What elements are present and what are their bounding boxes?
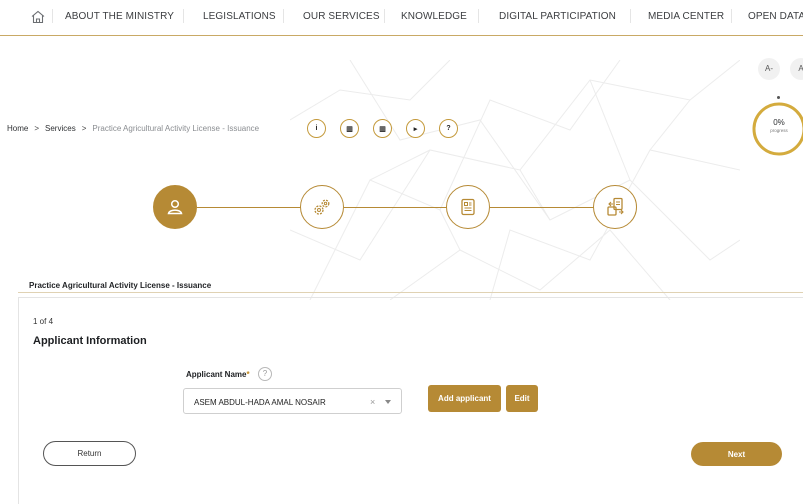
applicant-name-select[interactable]: ASEM ABDUL-HADA AMAL NOSAIR × bbox=[183, 388, 402, 414]
edit-button[interactable]: Edit bbox=[506, 385, 538, 412]
print-icon: ▥ bbox=[379, 125, 386, 133]
background-pattern bbox=[290, 60, 740, 300]
gears-icon bbox=[314, 199, 330, 215]
breadcrumb-current: Practice Agricultural Activity License -… bbox=[92, 124, 260, 133]
form-card bbox=[18, 297, 803, 504]
stepper-connector bbox=[197, 207, 301, 208]
step-review-submit[interactable] bbox=[593, 185, 637, 229]
required-mark: * bbox=[246, 370, 250, 379]
add-applicant-button[interactable]: Add applicant bbox=[428, 385, 501, 412]
nav-divider bbox=[630, 9, 631, 23]
progress-label: progress bbox=[770, 128, 788, 133]
nav-divider bbox=[731, 9, 732, 23]
nav-about-ministry[interactable]: ABOUT THE MINISTRY bbox=[65, 11, 174, 22]
applicant-name-label-text: Applicant Name bbox=[186, 370, 247, 379]
step-counter: 1 of 4 bbox=[33, 317, 54, 326]
breadcrumb-services[interactable]: Services bbox=[45, 124, 76, 133]
nav-knowledge[interactable]: KNOWLEDGE bbox=[401, 11, 467, 22]
progress-marker bbox=[777, 96, 780, 99]
chevron-down-icon[interactable] bbox=[385, 400, 391, 404]
nav-our-services[interactable]: OUR SERVICES bbox=[303, 11, 380, 22]
document-icon bbox=[461, 198, 475, 216]
help-icon[interactable]: ? bbox=[258, 367, 272, 381]
applicant-name-value: ASEM ABDUL-HADA AMAL NOSAIR bbox=[194, 398, 326, 407]
breadcrumb-home[interactable]: Home bbox=[7, 124, 28, 133]
video-button[interactable]: ▸ bbox=[406, 119, 425, 138]
breadcrumb-separator: > bbox=[81, 124, 87, 133]
section-title: Applicant Information bbox=[33, 335, 147, 347]
nav-digital-participation[interactable]: DIGITAL PARTICIPATION bbox=[499, 11, 616, 22]
breadcrumb: Home > Services > Practice Agricultural Acti… bbox=[7, 124, 259, 133]
step-service-details[interactable] bbox=[300, 185, 344, 229]
nav-legislations[interactable]: LEGISLATIONS bbox=[203, 11, 276, 22]
nav-divider bbox=[384, 9, 385, 23]
applicant-name-label: Applicant Name* bbox=[186, 370, 250, 379]
next-button[interactable]: Next bbox=[691, 442, 782, 466]
card-title-divider bbox=[18, 292, 803, 293]
home-icon[interactable] bbox=[30, 9, 46, 25]
nav-divider bbox=[283, 9, 284, 23]
document-exchange-icon bbox=[607, 197, 624, 216]
return-button[interactable]: Return bbox=[43, 441, 136, 466]
stepper-connector bbox=[344, 207, 447, 208]
font-increase-button[interactable]: A bbox=[790, 58, 803, 80]
info-icon: i bbox=[315, 125, 318, 132]
clear-icon[interactable]: × bbox=[370, 397, 375, 407]
question-icon: ? bbox=[446, 125, 451, 132]
top-navigation: ABOUT THE MINISTRY LEGISLATIONS OUR SERV… bbox=[0, 0, 803, 36]
user-icon bbox=[167, 199, 183, 215]
info-button[interactable]: i bbox=[307, 119, 326, 138]
print-button[interactable]: ▥ bbox=[373, 119, 392, 138]
nav-media-center[interactable]: MEDIA CENTER bbox=[648, 11, 724, 22]
document-button[interactable]: ▥ bbox=[340, 119, 359, 138]
help-button[interactable]: ? bbox=[439, 119, 458, 138]
card-title: Practice Agricultural Activity License -… bbox=[29, 281, 212, 290]
breadcrumb-separator: > bbox=[34, 124, 40, 133]
nav-divider bbox=[183, 9, 184, 23]
stepper-connector bbox=[490, 207, 594, 208]
nav-divider bbox=[478, 9, 479, 23]
nav-divider bbox=[52, 9, 53, 23]
progress-value: 0% bbox=[773, 118, 785, 127]
font-decrease-button[interactable]: A- bbox=[758, 58, 780, 80]
nav-open-data[interactable]: OPEN DATA bbox=[748, 11, 803, 22]
document-icon: ▥ bbox=[346, 125, 353, 133]
step-documents[interactable] bbox=[446, 185, 490, 229]
play-icon: ▸ bbox=[413, 125, 418, 133]
step-applicant[interactable] bbox=[153, 185, 197, 229]
